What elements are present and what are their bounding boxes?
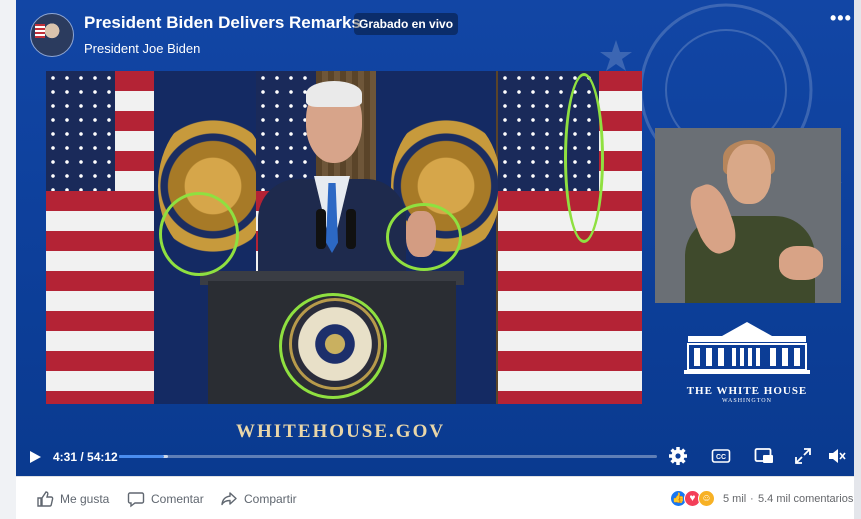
video-player[interactable]: President Biden Delivers Remarks Grabado… — [16, 0, 854, 476]
thumbs-up-icon — [37, 491, 54, 507]
speaker-hair — [306, 81, 362, 107]
time-display: 4:31 / 54:12 — [53, 450, 118, 464]
video-title[interactable]: President Biden Delivers Remarks — [84, 13, 361, 33]
fullscreen-icon[interactable] — [793, 446, 813, 466]
like-button[interactable]: Me gusta — [36, 491, 116, 507]
captions-label: CC — [716, 454, 726, 461]
annotation-circle-seal — [279, 293, 387, 399]
reactions-count[interactable]: 5 mil — [723, 493, 746, 505]
microphone-right — [346, 209, 356, 249]
microphone-left — [316, 209, 326, 249]
facebook-video-post: President Biden Delivers Remarks Grabado… — [0, 0, 861, 519]
annotation-circle-left-flag — [159, 192, 239, 276]
like-label: Me gusta — [60, 492, 110, 506]
post-action-bar: Me gusta Comentar Compartir 👍 ♥ ☺ 5 mil … — [16, 476, 854, 519]
live-badge: Grabado en vivo — [354, 13, 459, 35]
comment-label: Comentar — [151, 492, 204, 506]
comment-icon — [127, 492, 145, 508]
page-left-gutter — [0, 0, 16, 519]
comment-button[interactable]: Comentar — [127, 491, 217, 508]
us-flag-left — [46, 71, 161, 404]
annotation-circle-flag-tassel — [564, 73, 604, 243]
haha-reaction-icon: ☺ — [698, 490, 715, 507]
played-fill — [119, 455, 164, 458]
progress-bar[interactable] — [119, 455, 657, 458]
captions-icon[interactable]: CC — [711, 446, 731, 466]
share-button[interactable]: Compartir — [220, 491, 320, 507]
share-icon — [221, 492, 237, 506]
share-label: Compartir — [244, 492, 297, 506]
video-header: President Biden Delivers Remarks Grabado… — [16, 0, 854, 64]
play-icon[interactable] — [27, 449, 43, 465]
sign-language-interpreter — [655, 128, 841, 303]
player-controls: 4:31 / 54:12 CC — [16, 438, 854, 476]
white-house-name: THE WHITE HOUSE — [686, 385, 808, 397]
white-house-logo-icon — [684, 322, 810, 374]
page-name-link[interactable]: President Joe Biden — [84, 41, 200, 56]
miniplayer-icon[interactable] — [754, 446, 774, 466]
white-house-city: WASHINGTON — [722, 398, 772, 404]
comments-count[interactable]: 5.4 mil comentarios — [758, 493, 853, 505]
video-frame-stage — [46, 71, 642, 404]
avatar[interactable] — [30, 13, 74, 57]
page-scrollbar[interactable] — [854, 0, 861, 519]
settings-icon[interactable] — [668, 446, 688, 466]
annotation-circle-hand — [386, 203, 462, 271]
count-separator: · — [750, 493, 754, 505]
volume-icon[interactable] — [827, 446, 847, 466]
more-options-icon[interactable]: ••• — [830, 8, 852, 29]
